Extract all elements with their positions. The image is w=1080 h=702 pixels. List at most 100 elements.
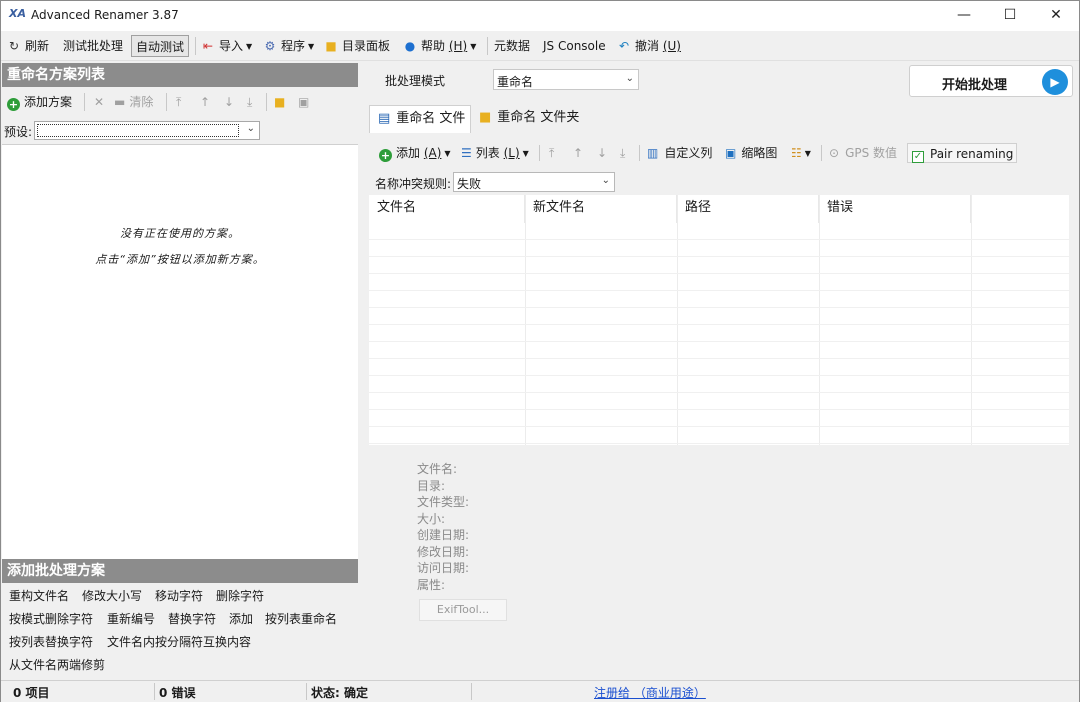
- tab-rename-files[interactable]: ▤ 重命名 文件: [369, 105, 471, 133]
- refresh-label: 刷新: [25, 39, 50, 53]
- close-button[interactable]: ✕: [1033, 1, 1079, 31]
- gps-label: GPS 数值: [845, 146, 898, 160]
- app-logo-icon: XA: [9, 7, 26, 20]
- chevron-down-icon: ▼: [804, 149, 811, 158]
- clear-button[interactable]: ▬ 清除: [114, 93, 153, 111]
- maximize-button[interactable]: ☐: [987, 1, 1033, 31]
- list-menu[interactable]: ☰ 列表 (L) ▼: [461, 143, 529, 163]
- gps-values-button[interactable]: ⊙ GPS 数值: [829, 143, 897, 163]
- file-toolbar: + 添加 (A) ▼ ☰ 列表 (L) ▼ ⤒ ↑ ↓ ⤓ ▥ 自定义列 ▣ 缩略图 ☷: [369, 139, 1069, 167]
- metadata-button[interactable]: 元数据: [494, 35, 530, 57]
- method-trim[interactable]: 从文件名两端修剪: [9, 656, 105, 673]
- test-batch-button[interactable]: 测试批处理: [63, 35, 123, 57]
- directory-panel-button[interactable]: ■ 目录面板: [324, 35, 390, 57]
- import-icon: ⇤: [202, 39, 214, 53]
- preset-dropdown[interactable]: ⌄: [34, 121, 260, 140]
- method-restructure[interactable]: 重构文件名: [9, 587, 69, 604]
- method-list-rename[interactable]: 按列表重命名: [265, 610, 337, 627]
- method-replace[interactable]: 替换字符: [168, 610, 216, 627]
- info-modified-label: 修改日期:: [417, 544, 470, 559]
- column-header-error[interactable]: 错误: [819, 195, 971, 223]
- column-header-path[interactable]: 路径: [677, 195, 819, 223]
- thumbnails-button[interactable]: ▣ 缩略图: [725, 143, 777, 163]
- delete-scheme-button[interactable]: ✕: [94, 93, 104, 111]
- batch-mode-dropdown[interactable]: 重命名 ⌄: [493, 69, 639, 90]
- method-swap[interactable]: 文件名内按分隔符互换内容: [107, 633, 251, 650]
- auto-test-toggle[interactable]: 自动测试: [131, 35, 190, 57]
- method-move-chars[interactable]: 移动字符: [155, 587, 203, 604]
- undo-label: 撤消: [635, 39, 660, 53]
- move-down-button[interactable]: ↓: [224, 93, 234, 111]
- custom-columns-button[interactable]: ▥ 自定义列: [647, 143, 712, 163]
- refresh-button[interactable]: ↻ 刷新: [7, 35, 49, 57]
- move-bottom-button[interactable]: ⤓: [620, 143, 625, 163]
- add-scheme-button[interactable]: + 添加方案: [7, 93, 72, 111]
- play-icon: ▶: [1042, 69, 1068, 95]
- method-change-case[interactable]: 修改大小写: [82, 587, 142, 604]
- help-menu[interactable]: ● 帮助 (H) ▼: [403, 35, 477, 57]
- tab-rename-folders-label: 重命名 文件夹: [497, 110, 580, 125]
- program-menu[interactable]: ⚙ 程序 ▼: [263, 35, 315, 57]
- import-menu[interactable]: ⇤ 导入 ▼: [201, 35, 252, 57]
- undo-button[interactable]: ↶ 撤消 (U): [617, 35, 681, 57]
- preset-row: 预设: ⌄: [2, 119, 358, 141]
- table-row: [369, 393, 1069, 410]
- start-batch-label: 开始批处理: [942, 78, 1008, 93]
- move-bottom-icon: ⤓: [247, 95, 253, 109]
- move-top-button[interactable]: ⤒: [176, 93, 181, 111]
- toolbar-separator: [166, 93, 167, 111]
- pair-renaming-label: Pair renaming: [930, 147, 1014, 161]
- main-toolbar: ↻ 刷新 测试批处理 自动测试 ⇤ 导入 ▼ ⚙ 程序 ▼ ■ 目录面板 ● 帮助 (H) ▼ …: [1, 31, 1079, 61]
- table-row: [369, 223, 1069, 240]
- conflict-rule-row: 名称冲突规则: 失败 ⌄: [369, 171, 1069, 193]
- app-window: XA Advanced Renamer 3.87 — ☐ ✕ ↻ 刷新 测试批处理…: [0, 0, 1080, 702]
- view-options-menu[interactable]: ☷ ▼: [791, 143, 811, 163]
- table-row: [369, 257, 1069, 274]
- pair-renaming-toggle[interactable]: ✓ Pair renaming: [907, 143, 1017, 163]
- info-created-label: 创建日期:: [417, 528, 470, 542]
- table-row: [369, 427, 1069, 444]
- info-attributes-label: 属性:: [417, 577, 446, 592]
- method-list-replace[interactable]: 按列表替换字符: [9, 633, 93, 650]
- column-header-filename[interactable]: 文件名: [369, 195, 525, 223]
- move-up-button[interactable]: ↑: [200, 93, 210, 111]
- scheme-list-area[interactable]: 没有正在使用的方案。 点击“添加”按钮以添加新方案。: [2, 144, 358, 559]
- table-row: [369, 308, 1069, 325]
- toolbar-separator: [195, 37, 196, 55]
- js-console-button[interactable]: JS Console: [543, 35, 606, 57]
- status-separator: [154, 683, 155, 700]
- open-scheme-button[interactable]: ■: [274, 93, 285, 111]
- main-panel: 批处理模式 重命名 ⌄ 开始批处理 ▶ ▤ 重命名 文件 ■ 重命名 文件夹 + 添加…: [359, 63, 1079, 679]
- method-renumber[interactable]: 重新编号: [107, 610, 155, 627]
- columns-icon: ▥: [647, 146, 659, 160]
- conflict-rule-value: 失败: [457, 177, 482, 191]
- move-up-button[interactable]: ↑: [573, 143, 583, 163]
- method-delete-chars[interactable]: 删除字符: [216, 587, 264, 604]
- column-header-new-filename[interactable]: 新文件名: [525, 195, 677, 223]
- save-scheme-button[interactable]: ▣: [298, 93, 309, 111]
- chevron-down-icon: ▼: [444, 149, 451, 158]
- chevron-down-icon: ▼: [308, 42, 315, 51]
- chevron-down-icon: ▼: [522, 149, 529, 158]
- move-top-button[interactable]: ⤒: [549, 143, 554, 163]
- scheme-list-panel: 重命名方案列表 + 添加方案 ✕ ▬清除 ⤒ ↑ ↓ ⤓ ■ ▣ 预设: ⌄: [2, 63, 358, 679]
- conflict-rule-dropdown[interactable]: 失败 ⌄: [453, 172, 615, 192]
- start-batch-button[interactable]: 开始批处理 ▶: [909, 65, 1073, 97]
- arrow-down-icon: ↓: [224, 95, 235, 109]
- move-bottom-button[interactable]: ⤓: [247, 93, 252, 111]
- exiftool-button[interactable]: ExifTool...: [419, 599, 507, 621]
- file-list-table[interactable]: 文件名 新文件名 路径 错误: [369, 195, 1069, 445]
- tab-rename-folders[interactable]: ■ 重命名 文件夹: [471, 105, 581, 133]
- status-item-count: 0 项目: [13, 686, 50, 700]
- register-link[interactable]: 注册给 （商业用途）: [594, 684, 706, 701]
- directory-panel-label: 目录面板: [342, 39, 391, 53]
- add-scheme-label: 添加方案: [24, 95, 73, 109]
- toolbar-separator: [84, 93, 85, 111]
- move-down-button[interactable]: ↓: [597, 143, 607, 163]
- info-filetype-label: 文件类型:: [417, 495, 470, 509]
- method-pattern-delete[interactable]: 按模式删除字符: [9, 610, 93, 627]
- chevron-down-icon: ▼: [246, 42, 253, 51]
- method-add[interactable]: 添加: [229, 610, 253, 627]
- add-files-menu[interactable]: + 添加 (A) ▼: [379, 143, 451, 163]
- minimize-button[interactable]: —: [941, 1, 987, 31]
